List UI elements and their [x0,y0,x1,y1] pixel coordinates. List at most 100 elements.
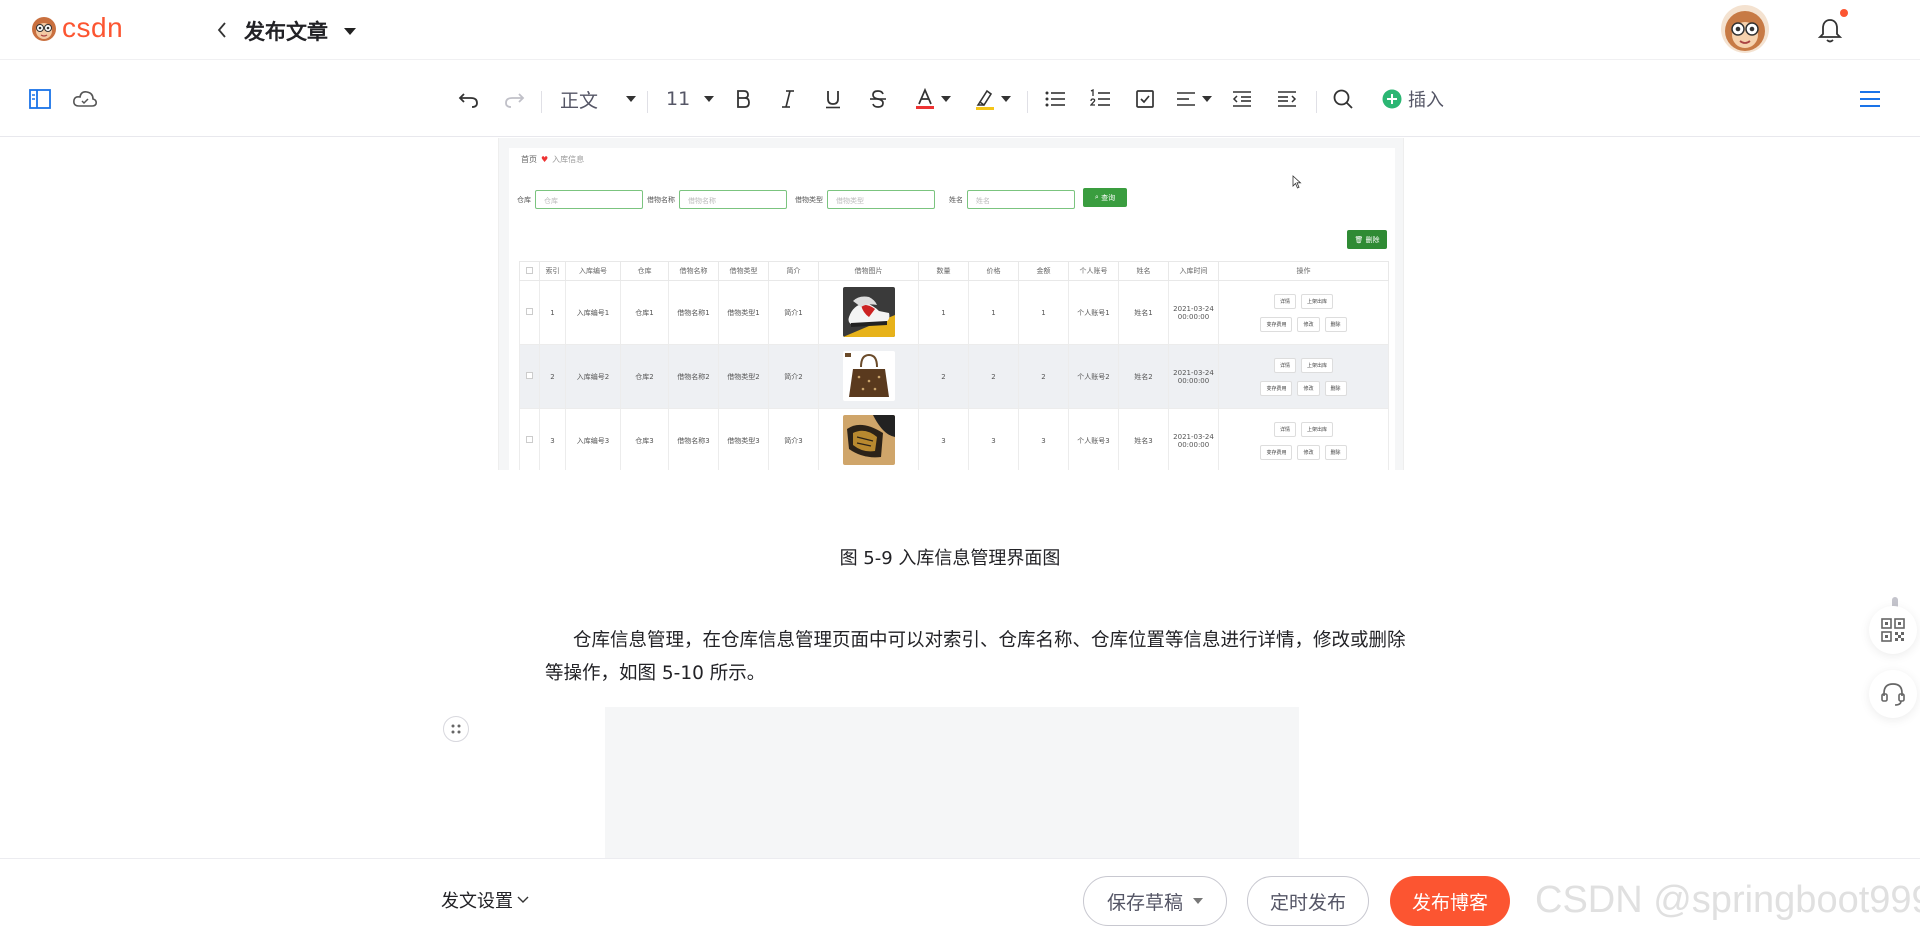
bullet-list-icon [1045,91,1065,107]
bullet-list-button[interactable] [1042,85,1068,113]
table-header: 数量 [918,261,969,281]
insert-button[interactable]: 插入 [1380,85,1446,113]
row-actions: 详情 上架出库 变存费用 修改 删除 [1219,293,1388,332]
inbound-management-figure: 首页 ♥ 入库信息 仓库 仓库 借物名称 借物名称 借物类型 借物类型 姓名 姓 [509,148,1395,470]
bold-icon [737,90,750,108]
bold-button[interactable] [730,85,756,113]
cloud-sync-button[interactable] [70,85,100,113]
indent-icon [1278,91,1297,107]
csdn-logo[interactable]: csdn [30,14,123,42]
font-size-select[interactable]: 11 [666,85,714,113]
table-header: 个人账号 [1068,261,1119,281]
date: 2021-03-24 [1173,432,1214,441]
customer-service-button[interactable] [1869,670,1917,718]
table-cell: 3 [1018,408,1069,470]
figure-caption[interactable]: 图 5-9 入库信息管理界面图 [0,544,1900,570]
checkbox-icon [526,436,533,443]
drag-handle-icon [451,724,461,734]
font-color-button[interactable] [914,85,952,113]
watermark: CSDN @springboot999 [1535,879,1920,921]
page-title[interactable]: 发布文章 [244,16,328,46]
cloud-icon [73,91,97,107]
table-cell-ops: 详情 上架出库 变存费用 修改 删除 [1218,280,1389,345]
checkbox-icon [526,266,533,274]
time: 00:00:00 [1177,440,1210,449]
op-upload: 上架出库 [1301,293,1334,309]
op-delete: 删除 [1324,380,1347,396]
align-button[interactable] [1176,85,1212,113]
filter-label: 借物名称 [647,195,675,204]
table-header: 借物图片 [818,261,919,281]
op-detail: 详情 [1273,293,1296,309]
paragraph-style-value: 正文 [560,89,599,112]
image-placeholder[interactable] [605,707,1299,858]
highlighter-icon [976,89,994,110]
row-actions: 详情 上架出库 变存费用 修改 删除 [1219,421,1388,460]
table-cell: 3 [968,408,1019,470]
search-icon [1333,89,1353,109]
highlight-color-button[interactable] [974,85,1012,113]
menu-button[interactable] [1856,85,1884,113]
strikethrough-icon [870,90,886,108]
table-header: 借物类型 [718,261,769,281]
schedule-publish-button[interactable]: 定时发布 [1247,876,1369,926]
undo-button[interactable] [455,85,483,113]
breadcrumb-home: 首页 [521,155,537,164]
checkbox-icon [526,372,533,379]
toolbar-separator [1027,91,1028,113]
outdent-button[interactable] [1229,85,1255,113]
toggle-outline-button[interactable] [26,85,54,113]
notification-bell-icon[interactable] [1816,16,1844,44]
redo-icon [505,93,525,108]
paragraph-style-select[interactable]: 正文 [560,85,636,113]
headset-icon [1881,683,1905,706]
publish-settings-toggle[interactable]: 发文设置 [441,887,529,913]
title-dropdown-caret-icon[interactable] [344,28,356,35]
table-cell: 2 [539,344,566,409]
table-cell: 仓库2 [620,344,669,409]
user-avatar[interactable] [1721,5,1769,53]
font-size-value: 11 [666,88,691,110]
toolbar-separator [647,91,648,113]
editor-content[interactable]: 首页 ♥ 入库信息 仓库 仓库 借物名称 借物名称 借物类型 借物类型 姓名 姓 [0,138,1920,858]
table-cell: 姓名2 [1118,344,1169,409]
chevron-down-icon [626,96,636,102]
plus-circle-icon [1382,89,1402,109]
op-edit: 修改 [1297,444,1320,460]
italic-button[interactable] [775,85,801,113]
figure-search-label: 查询 [1101,193,1116,202]
sneakers-image [842,286,895,337]
row-actions: 详情 上架出库 变存费用 修改 删除 [1219,357,1388,396]
table-header: 姓名 [1118,261,1169,281]
table-cell: 3 [918,408,969,470]
block-drag-handle[interactable] [443,716,469,742]
publish-settings-label: 发文设置 [441,891,513,912]
underline-button[interactable] [820,85,846,113]
publish-button[interactable]: 发布博客 [1390,876,1510,926]
search-button[interactable] [1330,85,1356,113]
table-row: 1 入库编号1 仓库1 借物名称1 借物类型1 简介1 1 1 1 个人账号1 … [519,280,1389,345]
numbered-list-button[interactable] [1087,85,1113,113]
strikethrough-button[interactable] [865,85,891,113]
body-paragraph[interactable]: 仓库信息管理，在仓库信息管理页面中可以对索引、仓库名称、仓库位置等信息进行详情，… [545,624,1415,690]
redo-button[interactable] [500,85,528,113]
figure-delete-button: 🗑 删除 [1347,230,1387,249]
save-draft-button[interactable]: 保存草稿 [1083,876,1227,926]
table-cell: 1 [539,280,566,345]
date: 2021-03-24 [1173,368,1214,377]
editor-toolbar: 正文 11 插入 [0,61,1920,137]
qr-code-button[interactable] [1869,606,1917,654]
table-cell: 1 [968,280,1019,345]
leather-goods-image [842,414,895,465]
back-icon[interactable] [214,18,230,42]
checkbox-icon [526,308,533,315]
task-list-button[interactable] [1132,85,1158,113]
embedded-screenshot[interactable]: 首页 ♥ 入库信息 仓库 仓库 借物名称 借物名称 借物类型 借物类型 姓名 姓 [498,138,1404,470]
table-header: 入库时间 [1168,261,1219,281]
indent-button[interactable] [1274,85,1300,113]
table-cell: 个人账号3 [1068,408,1119,470]
table-cell: 个人账号1 [1068,280,1119,345]
table-row: 3 入库编号3 仓库3 借物名称3 借物类型3 简介3 3 3 3 个人账号3 … [519,408,1389,470]
table-header: 简介 [768,261,819,281]
row-checkbox [519,408,540,470]
